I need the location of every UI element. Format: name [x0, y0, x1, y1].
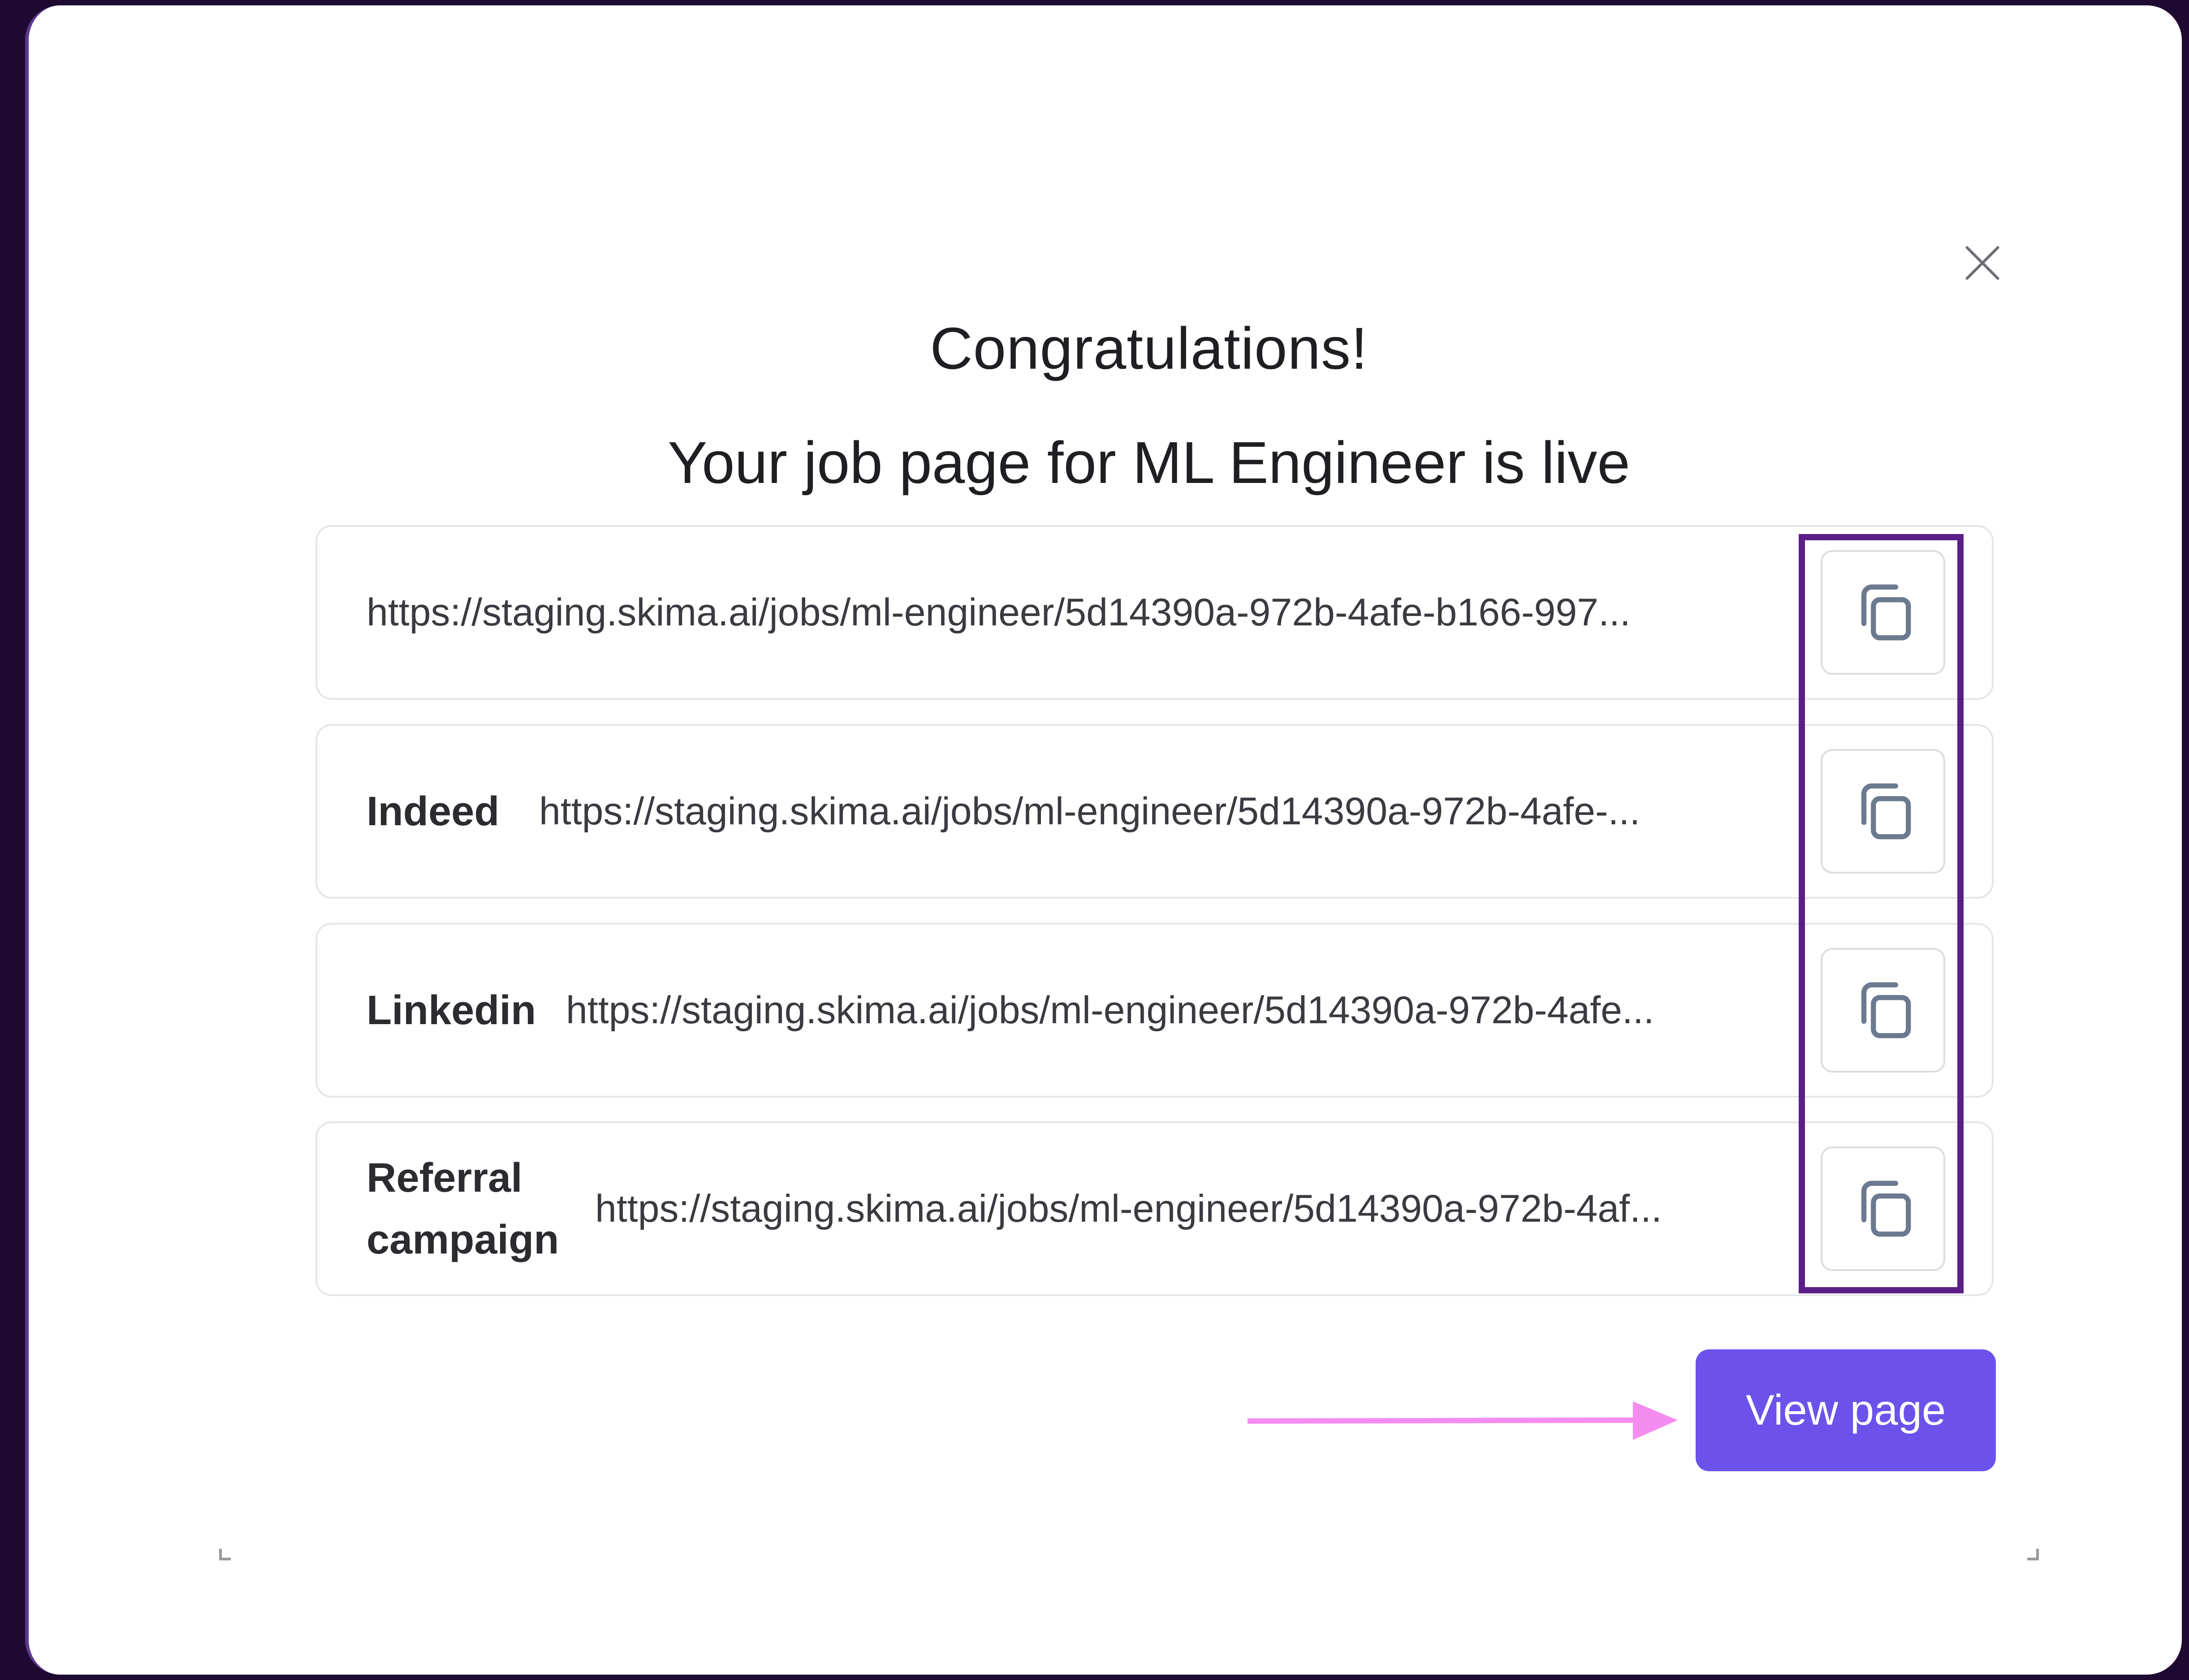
- link-row-referral: Referral campaign https://staging.skima.…: [315, 1121, 1994, 1296]
- dialog-title: Congratulations!: [930, 315, 1368, 381]
- link-label: Referral campaign: [367, 1155, 559, 1262]
- corner-mark: [219, 1549, 231, 1560]
- arrow-annotation-icon: [1248, 1401, 1678, 1440]
- dialog-subtitle: Your job page for ML Engineer is live: [668, 430, 1630, 495]
- link-row-main: https://staging.skima.ai/jobs/ml-enginee…: [315, 525, 1994, 700]
- link-label: Indeed: [367, 788, 500, 834]
- link-label: Linkedin: [367, 987, 536, 1033]
- link-row-indeed: Indeed https://staging.skima.ai/jobs/ml-…: [315, 724, 1994, 899]
- link-row-linkedin: Linkedin https://staging.skima.ai/jobs/m…: [315, 923, 1994, 1098]
- link-url[interactable]: https://staging.skima.ai/jobs/ml-enginee…: [595, 1123, 1796, 1294]
- copy-buttons-highlight: [1799, 534, 1964, 1293]
- corner-mark: [2027, 1549, 2039, 1560]
- link-url[interactable]: https://staging.skima.ai/jobs/ml-enginee…: [539, 726, 1794, 897]
- modal-dialog: Congratulations! Your job page for ML En…: [25, 5, 2182, 1675]
- view-page-button[interactable]: View page: [1696, 1349, 1996, 1471]
- screen-frame: Congratulations! Your job page for ML En…: [0, 0, 2189, 1680]
- link-url[interactable]: https://staging.skima.ai/jobs/ml-enginee…: [367, 527, 1792, 698]
- close-icon: [1965, 246, 1999, 280]
- close-button[interactable]: [1956, 236, 2009, 290]
- link-url[interactable]: https://staging.skima.ai/jobs/ml-enginee…: [566, 925, 1794, 1096]
